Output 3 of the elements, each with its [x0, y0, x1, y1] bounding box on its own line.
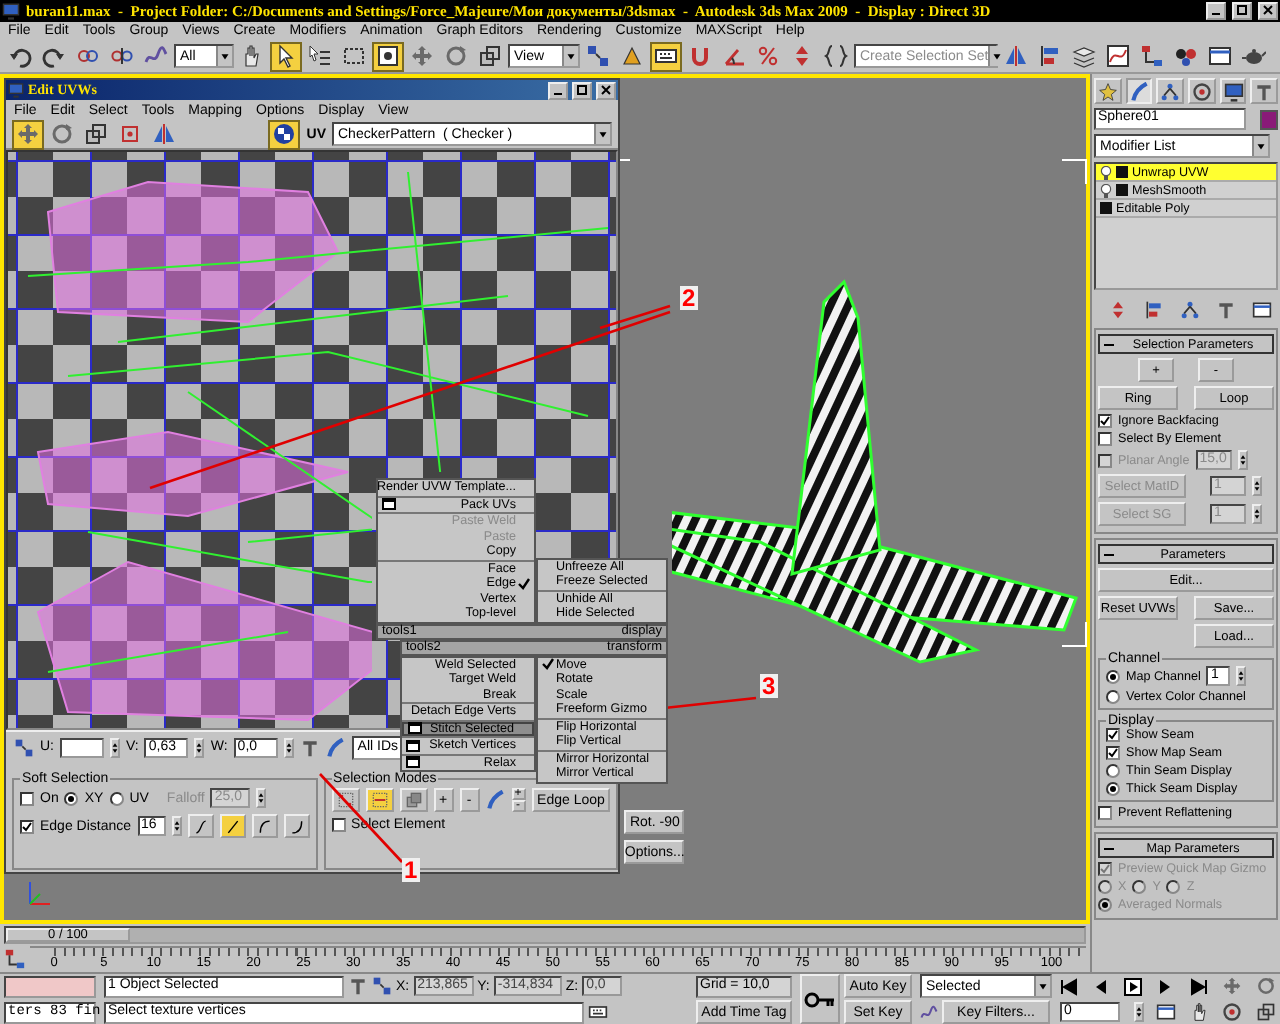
annotation-number: 1 — [402, 858, 420, 882]
annotation-number: 3 — [760, 674, 778, 698]
annotation-number: 2 — [680, 286, 698, 310]
